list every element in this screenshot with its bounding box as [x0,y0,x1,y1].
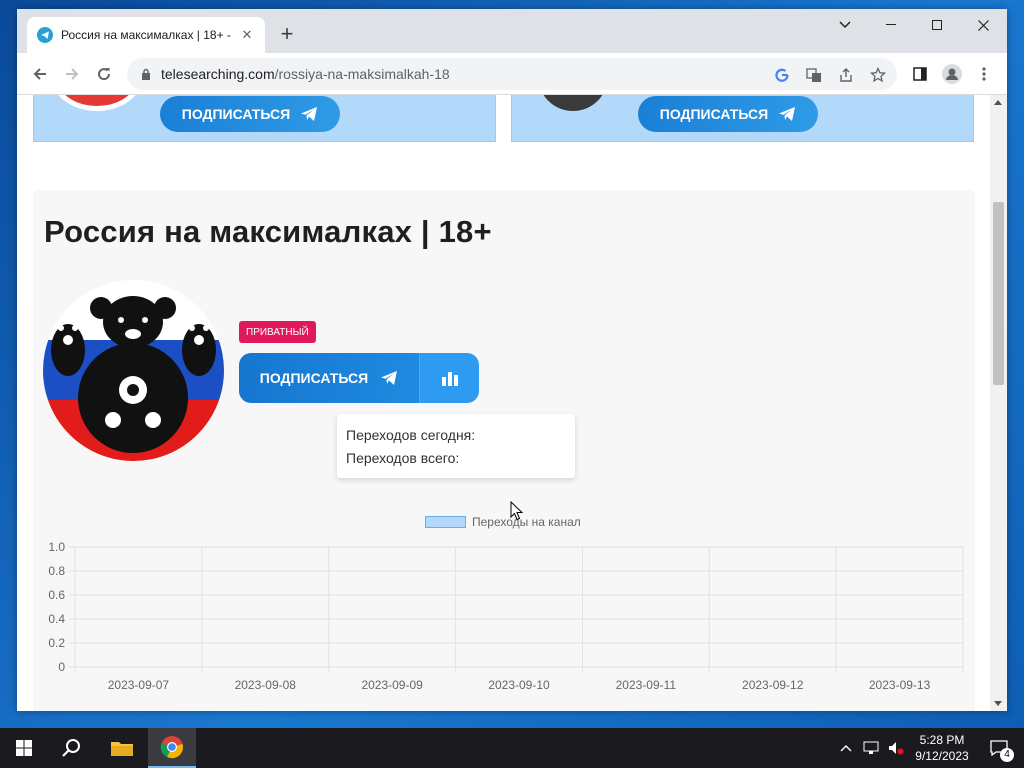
taskbar: 5:28 PM 9/12/2023 4 [0,728,1024,768]
channel-card: ПОДПИСАТЬСЯ [511,95,974,142]
stats-today-label: Переходов сегодня: [346,427,476,443]
windows-icon [16,740,32,756]
x-tick-label: 2023-09-13 [869,678,931,692]
bar-chart-icon [441,372,458,386]
private-badge: ПРИВАТНЫЙ [239,321,316,343]
channel-avatar[interactable] [51,95,143,111]
channel-title: Россия на максималках | 18+ [44,214,492,249]
chrome-icon [160,736,183,759]
x-tick-label: 2023-09-10 [488,678,550,692]
close-window-button[interactable] [960,9,1006,41]
stats-total-label: Переходов всего: [346,450,460,466]
x-tick-label: 2023-09-08 [235,678,297,692]
browser-window: Россия на максималках | 18+ - … ✕ + tele… [17,9,1007,711]
subscribe-button[interactable]: ПОДПИСАТЬСЯ [239,353,419,403]
page-viewport: ПОДПИСАТЬСЯ ПОДПИСАТЬСЯ Россия на максим… [17,95,990,711]
google-icon[interactable] [772,65,792,85]
subscribe-label: ПОДПИСАТЬСЯ [181,106,291,122]
back-button[interactable] [28,62,52,86]
notification-count: 4 [1000,748,1014,762]
url-path: /rossiya-na-maksimalkah-18 [274,66,450,82]
tab-title: Россия на максималках | 18+ - … [61,28,233,42]
folder-icon [111,742,133,756]
y-tick-label: 0 [58,660,65,674]
channel-card: ПОДПИСАТЬСЯ [33,95,496,142]
browser-tab[interactable]: Россия на максималках | 18+ - … ✕ [27,17,265,53]
network-icon [863,741,879,754]
page-scrollbar[interactable] [990,95,1007,711]
translate-icon[interactable] [804,65,824,85]
clock-time: 5:28 PM [919,733,965,747]
bookmark-star-icon[interactable] [868,65,888,85]
y-tick-label: 0.2 [48,636,65,650]
maximize-button[interactable] [914,9,960,41]
channel-avatar [43,280,224,461]
side-panel-icon[interactable] [908,62,932,86]
clock-date: 9/12/2023 [915,749,969,763]
telegram-icon [779,107,796,121]
legend-label: Переходы на канал [472,515,581,529]
forward-button[interactable] [60,62,84,86]
scroll-thumb[interactable] [993,202,1004,385]
network-button[interactable] [858,728,884,768]
tab-strip: Россия на максималках | 18+ - … ✕ + [17,9,1007,53]
scroll-down-icon[interactable] [994,701,1002,706]
system-clock[interactable]: 5:28 PM 9/12/2023 [902,732,982,764]
file-explorer-button[interactable] [98,728,146,768]
search-button[interactable] [48,728,96,768]
tab-search-button[interactable] [822,9,868,41]
mouse-cursor-icon [510,501,523,521]
minimize-button[interactable] [868,9,914,41]
y-tick-label: 0.6 [48,588,65,602]
profile-avatar-icon[interactable] [940,62,964,86]
chevron-up-icon [840,745,852,752]
y-tick-label: 0.8 [48,564,65,578]
scroll-up-icon[interactable] [994,100,1002,105]
telegram-icon [301,107,318,121]
show-hidden-icons-button[interactable] [834,728,858,768]
channel-avatar[interactable] [538,95,608,111]
chrome-taskbar-button[interactable] [148,728,196,768]
subscribe-button-group: ПОДПИСАТЬСЯ [239,353,479,403]
reload-button[interactable] [92,62,116,86]
search-icon [62,739,80,757]
browser-toolbar: telesearching.com /rossiya-na-maksimalka… [17,53,1007,95]
subscribe-label: ПОДПИСАТЬСЯ [659,106,769,122]
visits-chart: Переходы на канал 0 0.2 0.4 0.6 0.8 1.0 2023-0… [33,515,975,711]
y-tick-label: 0.4 [48,612,65,626]
stats-popup: Переходов сегодня: Переходов всего: [337,414,575,478]
telegram-favicon-icon [37,27,53,43]
subscribe-label: ПОДПИСАТЬСЯ [259,370,369,386]
subscribe-button[interactable]: ПОДПИСАТЬСЯ [638,96,818,132]
address-bar[interactable]: telesearching.com /rossiya-na-maksimalka… [127,58,897,90]
x-tick-label: 2023-09-11 [616,678,677,692]
notifications-button[interactable]: 4 [982,728,1016,768]
legend-swatch [425,516,466,528]
lock-icon[interactable] [141,68,151,80]
start-button[interactable] [0,728,48,768]
x-tick-label: 2023-09-09 [361,678,423,692]
x-tick-label: 2023-09-12 [742,678,804,692]
share-icon[interactable] [836,65,856,85]
telegram-icon [381,371,398,385]
stats-button[interactable] [419,353,479,403]
chart-plot: 0 0.2 0.4 0.6 0.8 1.0 2023-09-07 2023-09-08 2023… [48,540,964,692]
channel-section: Россия на максималках | 18+ ПРИВАТНЫЙ ПО… [33,190,975,711]
y-tick-label: 1.0 [48,540,65,554]
chart-legend[interactable]: Переходы на канал [425,515,581,529]
tab-close-icon[interactable]: ✕ [239,27,255,43]
new-tab-button[interactable]: + [275,23,299,47]
x-tick-label: 2023-09-07 [108,678,170,692]
browser-menu-icon[interactable] [972,62,996,86]
url-host: telesearching.com [161,66,275,82]
subscribe-button[interactable]: ПОДПИСАТЬСЯ [160,96,340,132]
